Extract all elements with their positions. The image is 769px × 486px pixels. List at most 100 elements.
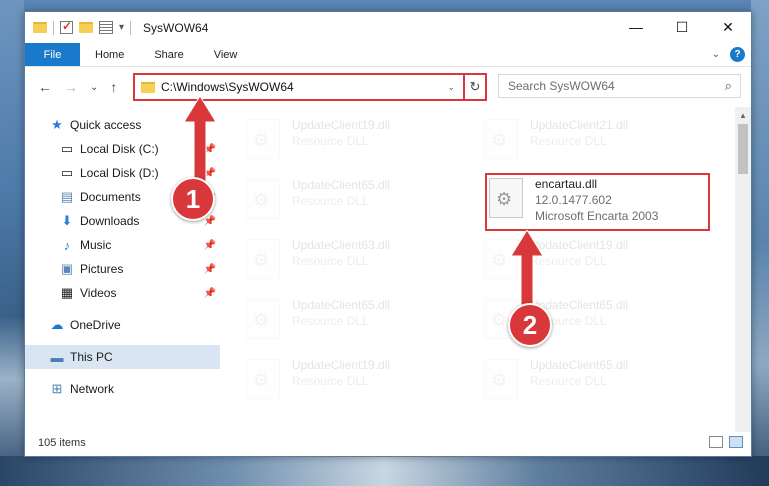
pin-icon[interactable]: 📌 <box>204 288 216 299</box>
title-divider <box>130 20 132 35</box>
forward-arrow-icon[interactable]: → <box>64 79 78 95</box>
file-tile[interactable]: UpdateClient65.dll Resource DLL <box>246 297 390 339</box>
view-toggle <box>709 436 743 448</box>
ribbon-right-controls: ⌄ ? <box>712 47 745 62</box>
file-tile[interactable]: UpdateClient65.dll Resource DLL <box>246 177 390 219</box>
file-list: UpdateClient19.dll Resource DLL UpdateCl… <box>220 107 751 432</box>
back-arrow-icon[interactable]: ← <box>38 79 52 95</box>
file-description: Resource DLL <box>292 194 369 208</box>
dll-file-icon <box>246 239 280 279</box>
search-icon[interactable]: ⌕ <box>725 78 732 94</box>
network-icon: ⊞ <box>51 381 63 396</box>
close-button[interactable]: ✕ <box>705 12 751 42</box>
pin-icon[interactable]: 📌 <box>204 264 216 275</box>
download-icon: ⬇ <box>61 213 73 228</box>
new-folder-icon[interactable] <box>79 22 93 33</box>
sidebar-item-label: Downloads <box>80 214 140 228</box>
step-1-badge: 1 <box>171 177 215 221</box>
up-arrow-icon[interactable]: ↑ <box>110 79 117 95</box>
recent-locations-chevron-icon[interactable]: ⌄ <box>90 82 98 93</box>
file-tile[interactable]: UpdateClient63.dll Resource DLL <box>246 237 390 279</box>
sidebar-item-network[interactable]: ⊞ Network <box>25 377 220 401</box>
file-tile[interactable]: UpdateClient19.dll Resource DLL <box>246 357 390 399</box>
scroll-thumb[interactable] <box>738 124 748 174</box>
sidebar-item-videos[interactable]: ▦ Videos 📌 <box>25 281 220 305</box>
window-controls: — ☐ ✕ <box>613 12 751 42</box>
sidebar-item-label: Local Disk (C:) <box>80 142 159 156</box>
details-view-icon[interactable] <box>709 436 723 448</box>
tab-share[interactable]: Share <box>139 43 198 66</box>
file-description: Resource DLL <box>292 314 369 328</box>
desktop-background-bottom <box>0 456 769 486</box>
dll-file-icon <box>484 119 518 159</box>
address-dropdown-icon[interactable]: ⌄ <box>447 82 455 93</box>
dll-file-icon <box>246 299 280 339</box>
file-name: UpdateClient65.dll <box>292 178 391 192</box>
properties-icon[interactable] <box>99 21 113 34</box>
properties-check-icon[interactable] <box>60 19 73 34</box>
sidebar-item-label: Quick access <box>70 118 142 132</box>
sidebar-item-this-pc[interactable]: ▬ This PC <box>25 345 220 369</box>
file-tile[interactable]: UpdateClient65.dll Resource DLL <box>484 357 628 399</box>
pictures-icon: ▣ <box>60 261 74 276</box>
maximize-button[interactable]: ☐ <box>659 12 705 42</box>
file-description: Resource DLL <box>530 134 607 148</box>
cloud-icon: ☁ <box>50 317 64 332</box>
file-tile[interactable]: UpdateClient21.dll Resource DLL <box>484 117 628 159</box>
navigation-bar: ← → ⌄ ↑ C:\Windows\SysWOW64 ⌄ ↻ Search S… <box>25 67 751 107</box>
file-description: Resource DLL <box>292 134 369 148</box>
desktop-background-right <box>751 0 769 486</box>
file-tile[interactable]: UpdateClient19.dll Resource DLL <box>246 117 390 159</box>
dll-file-icon <box>246 359 280 399</box>
tiles-view-icon[interactable] <box>729 436 743 448</box>
step-2-badge: 2 <box>508 303 552 347</box>
explorer-window: ▾ SysWOW64 — ☐ ✕ File Home Share View ⌄ … <box>24 11 752 457</box>
sidebar-item-pictures[interactable]: ▣ Pictures 📌 <box>25 257 220 281</box>
ribbon-tabs: File Home Share View ⌄ ? <box>25 43 751 67</box>
file-description: Resource DLL <box>530 374 607 388</box>
tab-home[interactable]: Home <box>80 43 139 66</box>
refresh-button[interactable]: ↻ <box>463 73 487 101</box>
file-description: Resource DLL <box>292 254 369 268</box>
file-name: UpdateClient21.dll <box>530 118 629 132</box>
file-name: UpdateClient19.dll <box>292 358 391 372</box>
sidebar-item-label: Local Disk (D:) <box>80 166 159 180</box>
sidebar-item-music[interactable]: ♪ Music 📌 <box>25 233 220 257</box>
pin-icon[interactable]: 📌 <box>204 240 216 251</box>
sidebar-item-label: Music <box>80 238 112 252</box>
file-name: UpdateClient19.dll <box>292 118 391 132</box>
sidebar-item-label: OneDrive <box>70 318 121 332</box>
sidebar-item-label: Pictures <box>80 262 124 276</box>
computer-icon: ▬ <box>50 349 64 365</box>
search-input[interactable]: Search SysWOW64 ⌕ <box>498 74 741 98</box>
file-name: UpdateClient65.dll <box>292 298 391 312</box>
window-title: SysWOW64 <box>143 20 209 35</box>
documents-icon: ▤ <box>60 189 74 204</box>
minimize-button[interactable]: — <box>613 12 659 42</box>
file-name: UpdateClient63.dll <box>292 238 391 252</box>
help-icon[interactable]: ? <box>730 47 745 62</box>
dll-file-icon <box>246 119 280 159</box>
navigation-buttons: ← → ⌄ ↑ <box>25 79 133 95</box>
quick-access-toolbar: ▾ <box>25 19 124 35</box>
item-count: 105 items <box>38 437 86 449</box>
file-name: UpdateClient65.dll <box>530 358 629 372</box>
dll-file-icon <box>484 359 518 399</box>
address-path[interactable]: C:\Windows\SysWOW64 <box>161 80 447 94</box>
toolbar-divider <box>53 20 54 35</box>
star-icon: ★ <box>51 117 63 132</box>
scroll-up-icon[interactable]: ▲ <box>735 107 751 123</box>
sidebar-item-label: Network <box>70 382 115 396</box>
tab-file[interactable]: File <box>25 43 80 66</box>
vertical-scrollbar[interactable]: ▲ <box>735 107 751 432</box>
address-folder-icon <box>141 81 155 93</box>
sidebar-item-onedrive[interactable]: ☁ OneDrive <box>25 313 220 337</box>
customize-toolbar-chevron-icon[interactable]: ▾ <box>119 22 124 33</box>
dll-file-icon <box>246 179 280 219</box>
file-description: Resource DLL <box>292 374 369 388</box>
sidebar-item-label: Videos <box>80 286 117 300</box>
title-bar: ▾ SysWOW64 — ☐ ✕ <box>25 12 751 43</box>
videos-icon: ▦ <box>60 285 74 300</box>
tab-view[interactable]: View <box>199 43 253 66</box>
expand-ribbon-chevron-icon[interactable]: ⌄ <box>712 49 720 60</box>
